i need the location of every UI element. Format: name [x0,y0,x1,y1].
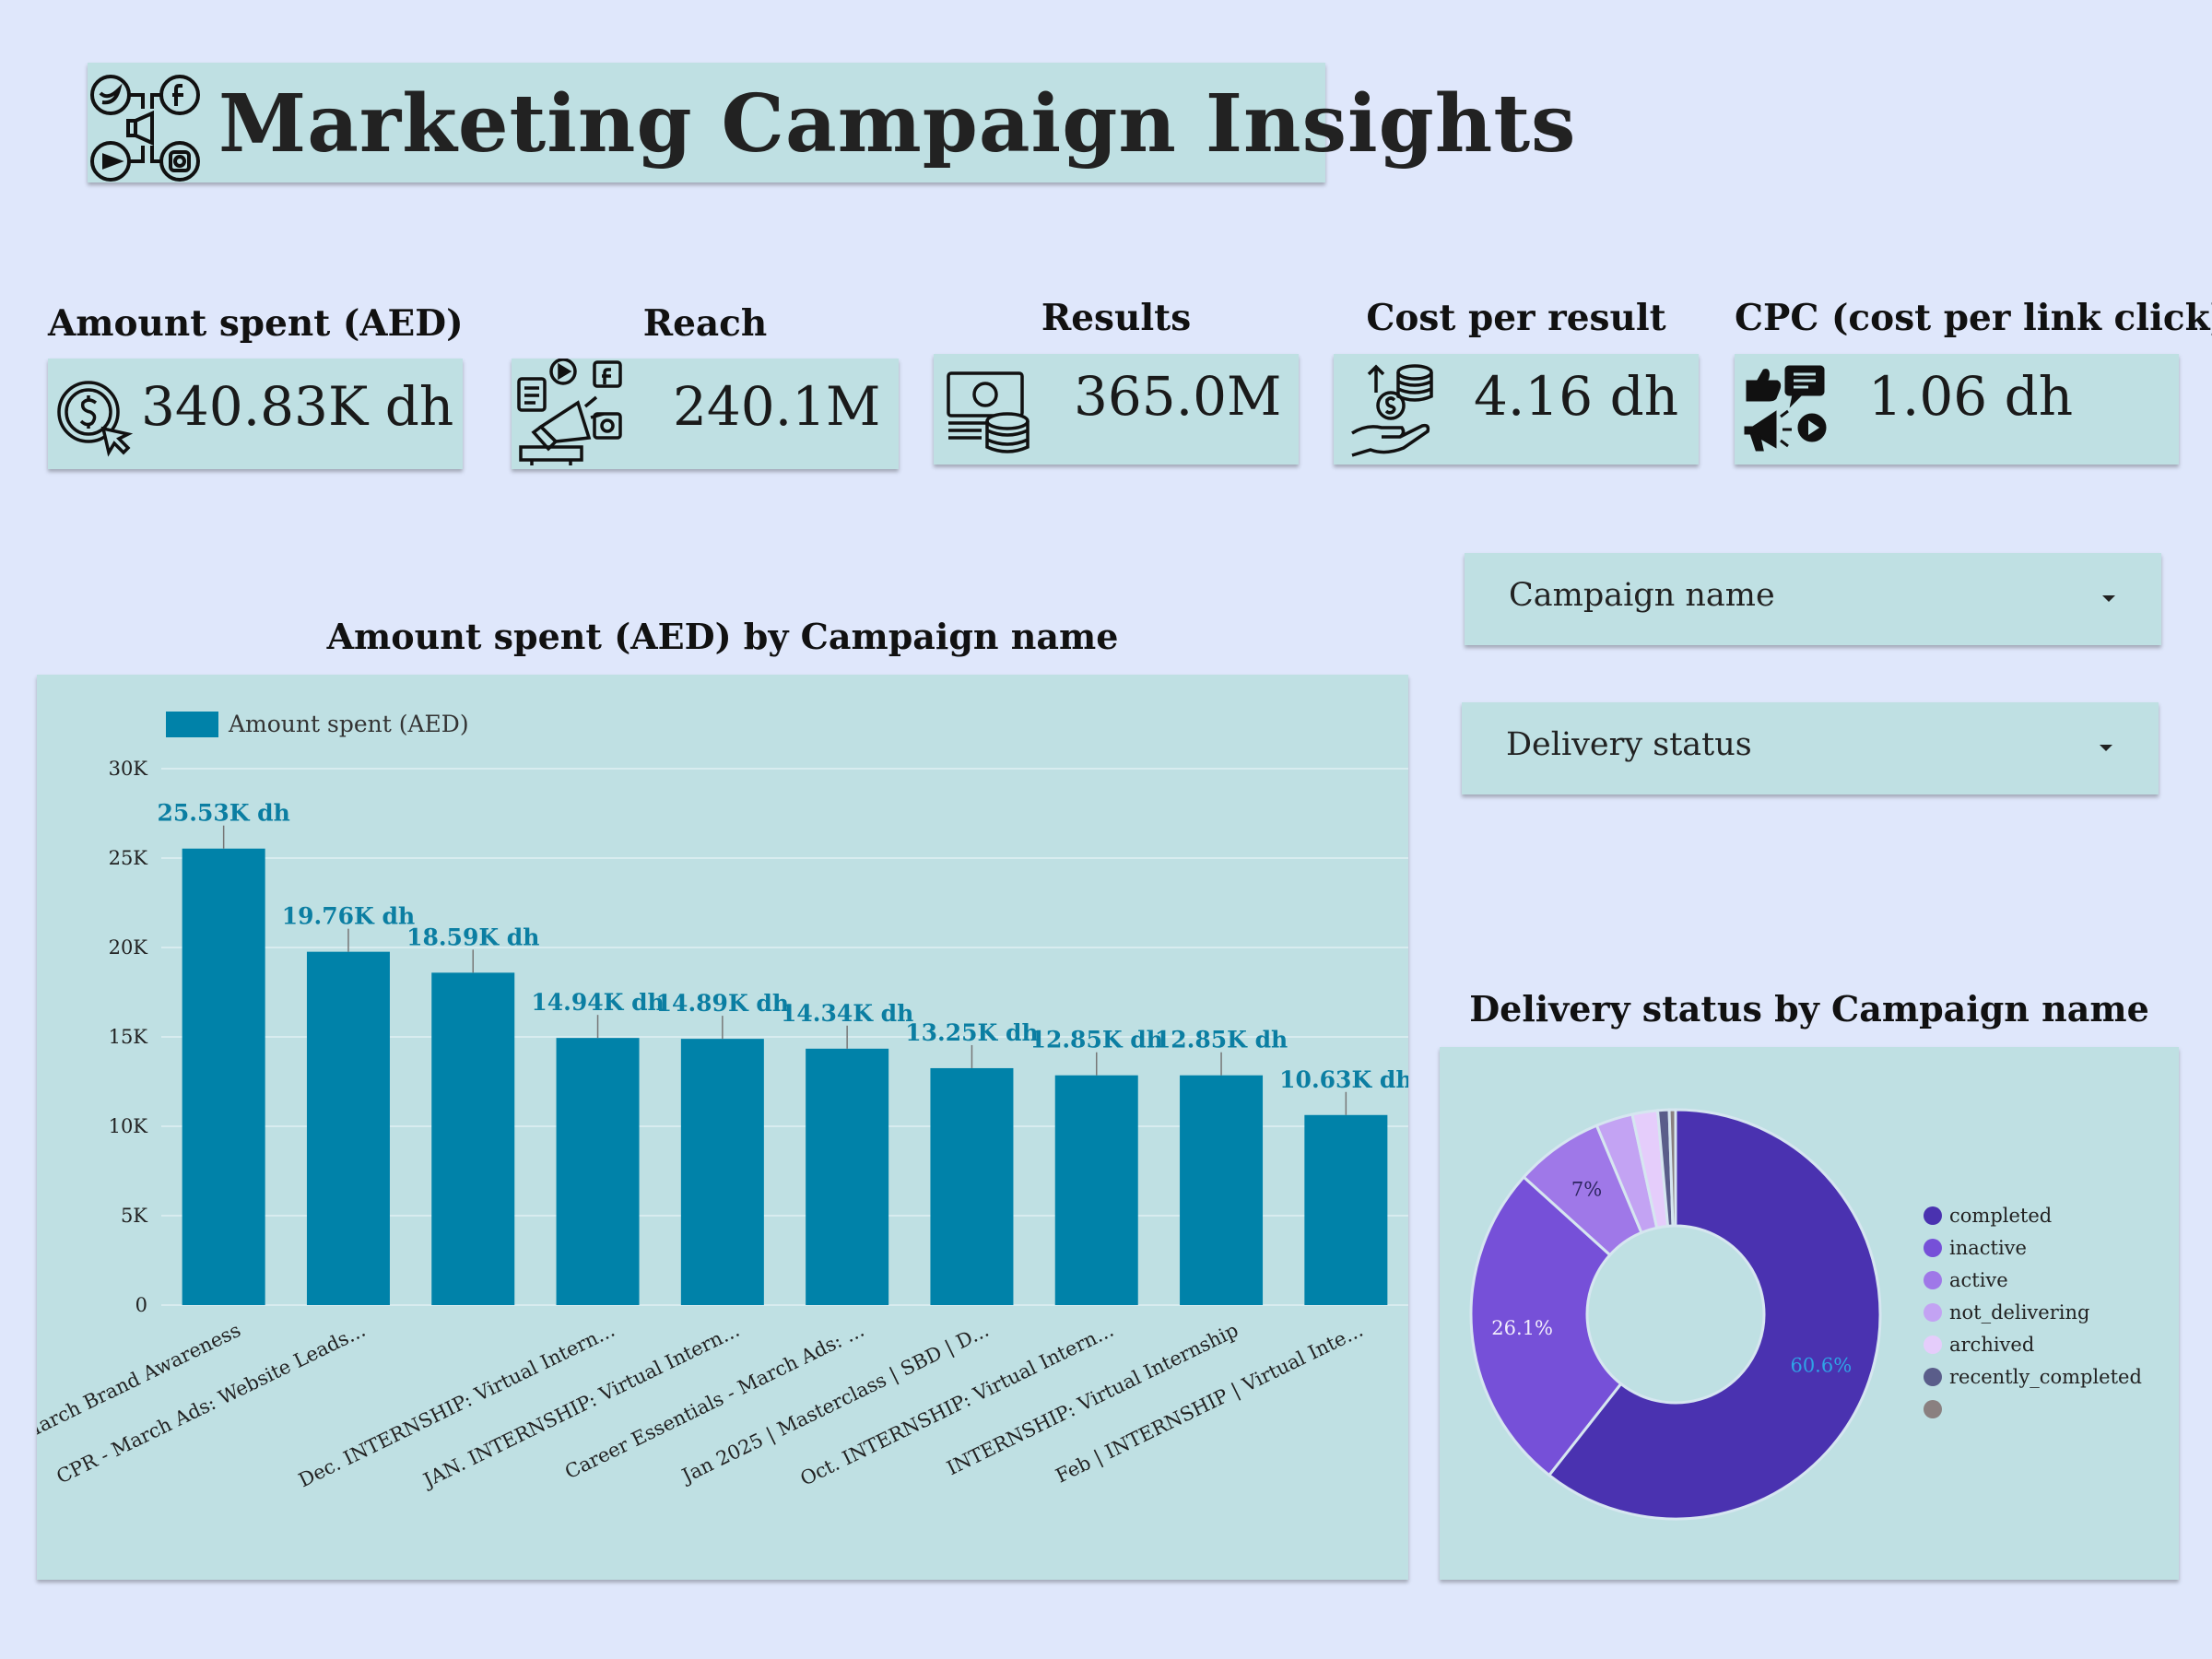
donut-chart-title: Delivery status by Campaign name [1469,988,2149,1030]
dashboard-title-panel: Marketing Campaign Insights [88,63,1575,182]
campaign-name-dropdown[interactable]: Campaign name [1465,553,2161,645]
kpi-reach-card: 240.1M [512,359,899,469]
slice-label: 7% [1571,1179,1602,1201]
y-tick-label: 25K [109,847,148,869]
kpi-amount-spent-card: 340.83K dh [48,359,463,469]
y-tick-label: 15K [109,1026,148,1048]
slice-label: 26.1% [1491,1317,1553,1339]
bar-data-label: 18.59K dh [406,924,539,950]
kpi-cpc-value: 1.06 dh [1868,365,2074,428]
kpi-cost-per-result-card: 4.16 dh [1334,354,1699,465]
bar [556,1038,640,1305]
y-tick-label: 30K [109,758,148,780]
bar-chart-title: Amount spent (AED) by Campaign name [326,616,1119,657]
kpi-cpc-card: 1.06 dh [1735,354,2179,465]
cash-coins-icon [947,371,1030,453]
legend-label: recently_completed [1949,1366,2142,1388]
bar-data-label: 12.85K dh [1030,1027,1163,1053]
dollar-click-icon [57,381,134,457]
bar-data-label: 14.89K dh [656,990,789,1017]
legend-swatch [166,712,218,737]
kpi-results-card: 365.0M [934,354,1299,465]
legend-swatch [1924,1335,1942,1354]
legend-swatch [1924,1368,1942,1386]
bar [1180,1075,1264,1305]
bar [182,848,265,1305]
bar-data-label: 12.85K dh [1155,1027,1288,1053]
kpi-amount-spent-value: 340.83K dh [141,375,454,438]
kpi-cost-per-result-label: Cost per result [1366,297,1666,339]
legend-swatch [1924,1239,1942,1257]
legend-swatch [1924,1271,1942,1289]
bar-data-label: 25.53K dh [157,800,289,827]
legend-label: active [1949,1269,2008,1291]
bar [806,1048,889,1305]
bar-data-label: 19.76K dh [282,903,415,930]
bar [680,1039,764,1305]
y-tick-label: 10K [109,1115,148,1137]
y-tick-label: 20K [109,936,148,959]
kpi-results-label: Results [1041,297,1192,339]
chevron-down-icon [2100,745,2112,751]
bar-chart-panel: 0 5K 10K 15K 20K 25K 30K Amount spent (AED) 25.5… [18,675,1413,1580]
bar-chart: 0 5K 10K 15K 20K 25K 30K Amount spent (AED) 25.5… [18,711,1413,1492]
page-title: Marketing Campaign Insights [218,77,1577,171]
chevron-down-icon [2102,595,2115,602]
legend-label: Amount spent (AED) [228,711,469,737]
bar-data-label: 14.34K dh [781,1000,913,1027]
bar [930,1067,1014,1305]
campaign-name-dropdown-label: Campaign name [1509,577,1775,614]
legend-label: inactive [1949,1237,2027,1259]
like-play-megaphone-icon [1744,365,1827,452]
legend-swatch [1924,1206,1942,1225]
kpi-amount-spent-label: Amount spent (AED) [48,302,464,345]
bar [306,951,390,1305]
y-tick-label: 5K [121,1205,147,1227]
legend-label: not_delivering [1949,1301,2089,1324]
kpi-results-value: 365.0M [1074,365,1282,428]
legend-swatch [1924,1303,1942,1322]
legend-label: completed [1949,1205,2052,1227]
bar-data-label: 14.94K dh [531,989,664,1016]
y-tick-label: 0 [135,1294,147,1316]
bar [1304,1114,1388,1305]
kpi-reach-value: 240.1M [673,375,881,438]
slice-label: 60.6% [1790,1355,1852,1377]
donut-chart: 60.6% 26.1% 7% completed inactive active not_d… [1469,1108,2142,1521]
legend-label: archived [1949,1334,2034,1356]
donut-chart-panel: 60.6% 26.1% 7% completed inactive active not_d… [1440,1047,2179,1580]
delivery-status-dropdown-label: Delivery status [1506,726,1752,763]
bar [431,972,515,1305]
hand-coins-icon [1351,364,1433,457]
kpi-reach-label: Reach [642,302,768,345]
bar-data-label: 13.25K dh [905,1019,1038,1046]
bar [1054,1075,1138,1305]
megaphone-social-icon [517,359,622,465]
kpi-cost-per-result-value: 4.16 dh [1474,365,1679,428]
legend-swatch [1924,1400,1942,1418]
delivery-status-dropdown[interactable]: Delivery status [1462,702,2159,794]
bar-data-label: 10.63K dh [1279,1066,1408,1093]
kpi-cpc-label: CPC (cost per link click) [1735,297,2212,339]
social-media-icon [90,75,200,182]
